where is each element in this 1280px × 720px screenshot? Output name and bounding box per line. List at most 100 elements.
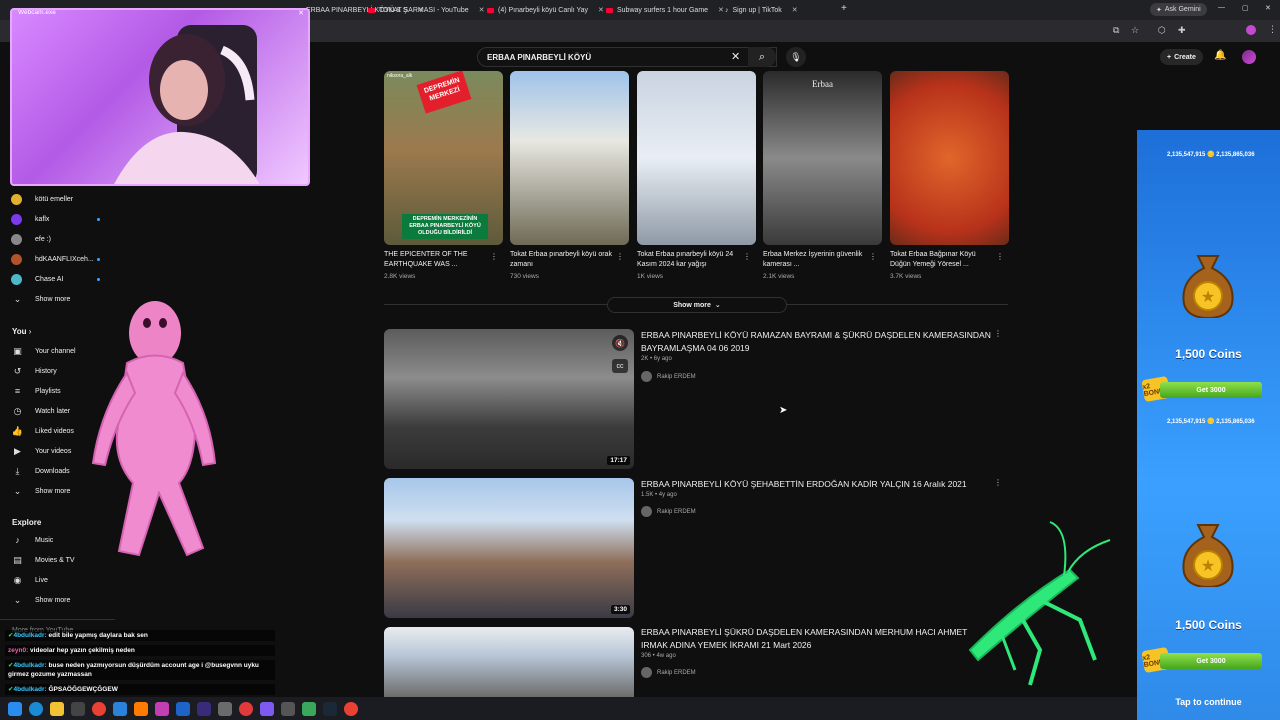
- subscription-label: hdKAANFLIXceh...: [35, 255, 94, 263]
- close-icon[interactable]: ✕: [598, 6, 604, 14]
- new-tab-icon[interactable]: +: [841, 3, 847, 14]
- video-thumbnail[interactable]: 🔇 cc 17:17: [384, 329, 634, 469]
- sidebar-item-movies[interactable]: ▤ Movies & TV: [11, 552, 74, 568]
- steam-icon[interactable]: [323, 701, 337, 716]
- kebab-menu-icon[interactable]: ⋮: [1268, 24, 1277, 35]
- tab-label: TOKAT SARMASI - YouTube: [379, 6, 469, 14]
- short-title[interactable]: THE EPICENTER OF THE EARTHQUAKE WAS ...: [384, 250, 488, 270]
- channel-link[interactable]: Rakip ERDEM: [641, 667, 696, 678]
- short-thumbnail[interactable]: [637, 71, 756, 245]
- grasshopper-antenna: [1067, 539, 1111, 573]
- edge-icon[interactable]: [29, 701, 43, 716]
- short-thumbnail[interactable]: [510, 71, 629, 245]
- sidebar-item-liked-videos[interactable]: 👍 Liked videos: [11, 423, 74, 439]
- start-menu-icon[interactable]: [8, 701, 22, 716]
- create-button[interactable]: + Create: [1160, 49, 1203, 65]
- short-title[interactable]: Erbaa Merkez İşyerinin güvenlik kamerası…: [763, 250, 867, 270]
- app-icon[interactable]: [155, 701, 169, 716]
- file-explorer-icon[interactable]: [50, 701, 64, 716]
- show-more-you[interactable]: ⌄ Show more: [11, 483, 71, 499]
- sidebar-item-live[interactable]: ◉ Live: [11, 572, 48, 588]
- more-options-icon[interactable]: ⋮: [616, 252, 624, 261]
- short-views: 730 views: [510, 273, 539, 280]
- sidebar-subscription[interactable]: efe :): [11, 231, 51, 247]
- notifications-bell-icon[interactable]: 🔔: [1214, 50, 1226, 61]
- captions-icon[interactable]: cc: [612, 359, 628, 373]
- short-title[interactable]: Tokat Erbaa Bağpınar Köyü Düğün Yemeği Y…: [890, 250, 994, 270]
- app-icon[interactable]: [71, 701, 85, 716]
- video-thumbnail[interactable]: [384, 627, 634, 697]
- video-thumbnail[interactable]: 3:30: [384, 478, 634, 618]
- show-more-subscriptions[interactable]: ⌄ Show more: [11, 291, 71, 307]
- sidebar-subscription[interactable]: hdKAANFLIXceh...: [11, 251, 100, 267]
- sidebar-item-downloads[interactable]: ⤓ Downloads: [11, 463, 70, 479]
- mute-icon[interactable]: 🔇: [612, 335, 628, 351]
- more-options-icon[interactable]: ⋮: [996, 252, 1004, 261]
- close-icon[interactable]: ✕: [792, 6, 798, 14]
- coins-reward-label: 1,500 Coins: [1175, 618, 1242, 632]
- sidebar-subscription[interactable]: kötü emeller: [11, 191, 73, 207]
- sidebar-item-music[interactable]: ♪ Music: [11, 532, 53, 548]
- short-title[interactable]: Tokat Erbaa pınarbeyli köyü 24 Kasım 202…: [637, 250, 741, 270]
- app-icon[interactable]: [218, 701, 232, 716]
- channel-link[interactable]: Rakip ERDEM: [641, 371, 696, 382]
- channel-link[interactable]: Rakip ERDEM: [641, 506, 696, 517]
- minimize-icon[interactable]: —: [1218, 4, 1225, 11]
- sidebar-item-history[interactable]: ↺ History: [11, 363, 57, 379]
- app-icon[interactable]: [239, 701, 253, 716]
- maximize-icon[interactable]: ▢: [1242, 4, 1249, 12]
- sidebar-item-label: Watch later: [35, 407, 71, 415]
- short-thumbnail[interactable]: Erbaa: [763, 71, 882, 245]
- new-content-dot: [97, 258, 100, 261]
- app-icon[interactable]: [281, 701, 295, 716]
- clear-search-icon[interactable]: ✕: [731, 50, 740, 63]
- short-thumbnail[interactable]: [890, 71, 1009, 245]
- browser-tab[interactable]: ♪ Sign up | TikTok ✕: [725, 2, 798, 18]
- download-icon: ⤓: [15, 465, 20, 476]
- star-icon[interactable]: ☆: [1131, 25, 1139, 36]
- profile-avatar[interactable]: [1246, 25, 1256, 35]
- channel-avatar: [11, 253, 22, 265]
- sidebar-subscription[interactable]: kaflx: [11, 211, 100, 227]
- short-title[interactable]: Tokat Erbaa pınarbeyli köyü orak zamanı: [510, 250, 614, 270]
- sidebar-item-your-channel[interactable]: ▣ Your channel: [11, 343, 75, 359]
- more-options-icon[interactable]: ⋮: [994, 478, 1002, 487]
- more-options-icon[interactable]: ⋮: [994, 329, 1002, 338]
- video-title[interactable]: ERBAA PINARBEYLİ KÖYÜ ŞEHABETTİN ERDOĞAN…: [641, 478, 991, 491]
- close-icon[interactable]: ✕: [718, 6, 724, 14]
- premiere-icon[interactable]: [197, 701, 211, 716]
- you-heading[interactable]: You ›: [12, 327, 31, 336]
- sidebar-subscription[interactable]: Chase AI: [11, 271, 100, 287]
- puzzle-icon[interactable]: ✚: [1178, 25, 1186, 36]
- account-avatar[interactable]: [1242, 50, 1256, 64]
- ask-gemini-button[interactable]: ✦ Ask Gemini: [1150, 3, 1207, 16]
- photoshop-icon[interactable]: [176, 701, 190, 716]
- sidebar-item-watch-later[interactable]: ◷ Watch later: [11, 403, 71, 419]
- show-more-shorts-button[interactable]: Show more ⌄: [607, 297, 787, 313]
- browser-tab[interactable]: Subway surfers 1 hour Game ✕: [606, 2, 724, 18]
- close-icon[interactable]: ✕: [479, 6, 485, 14]
- illustrator-icon[interactable]: [134, 701, 148, 716]
- more-options-icon[interactable]: ⋮: [869, 252, 877, 261]
- sidebar-item-your-videos[interactable]: ▶ Your videos: [11, 443, 71, 459]
- video-title[interactable]: ERBAA PINARBEYLİ KÖYÜ RAMAZAN BAYRAMI & …: [641, 329, 991, 355]
- cast-icon[interactable]: ⧉: [1113, 25, 1119, 36]
- browser-tab[interactable]: (4) Pınarbeyli köyü Canlı Yay ✕: [487, 2, 604, 18]
- chrome-icon[interactable]: [344, 701, 358, 716]
- app-icon[interactable]: [302, 701, 316, 716]
- app-icon[interactable]: [260, 701, 274, 716]
- voice-search-button[interactable]: 🎙: [786, 47, 806, 67]
- sidebar-item-playlists[interactable]: ≡ Playlists: [11, 383, 61, 399]
- app-icon[interactable]: [113, 701, 127, 716]
- browser-tab[interactable]: TOKAT SARMASI - YouTube ✕: [368, 2, 485, 18]
- chrome-icon[interactable]: [92, 701, 106, 716]
- close-window-icon[interactable]: ✕: [1265, 4, 1271, 12]
- extension-icon[interactable]: ⬡: [1158, 25, 1166, 36]
- short-thumbnail[interactable]: niksora_alk DEPREMİN MERKEZİ DEPREMİN ME…: [384, 71, 503, 245]
- video-title[interactable]: ERBAA PINARBEYLİ ŞÜKRÜ DAŞDELEN KAMERASI…: [641, 626, 991, 652]
- more-options-icon[interactable]: ⋮: [743, 252, 751, 261]
- character-eye: [143, 318, 151, 328]
- show-more-explore[interactable]: ⌄ Show more: [11, 592, 71, 608]
- more-options-icon[interactable]: ⋮: [490, 252, 498, 261]
- search-button[interactable]: ⌕: [748, 47, 776, 67]
